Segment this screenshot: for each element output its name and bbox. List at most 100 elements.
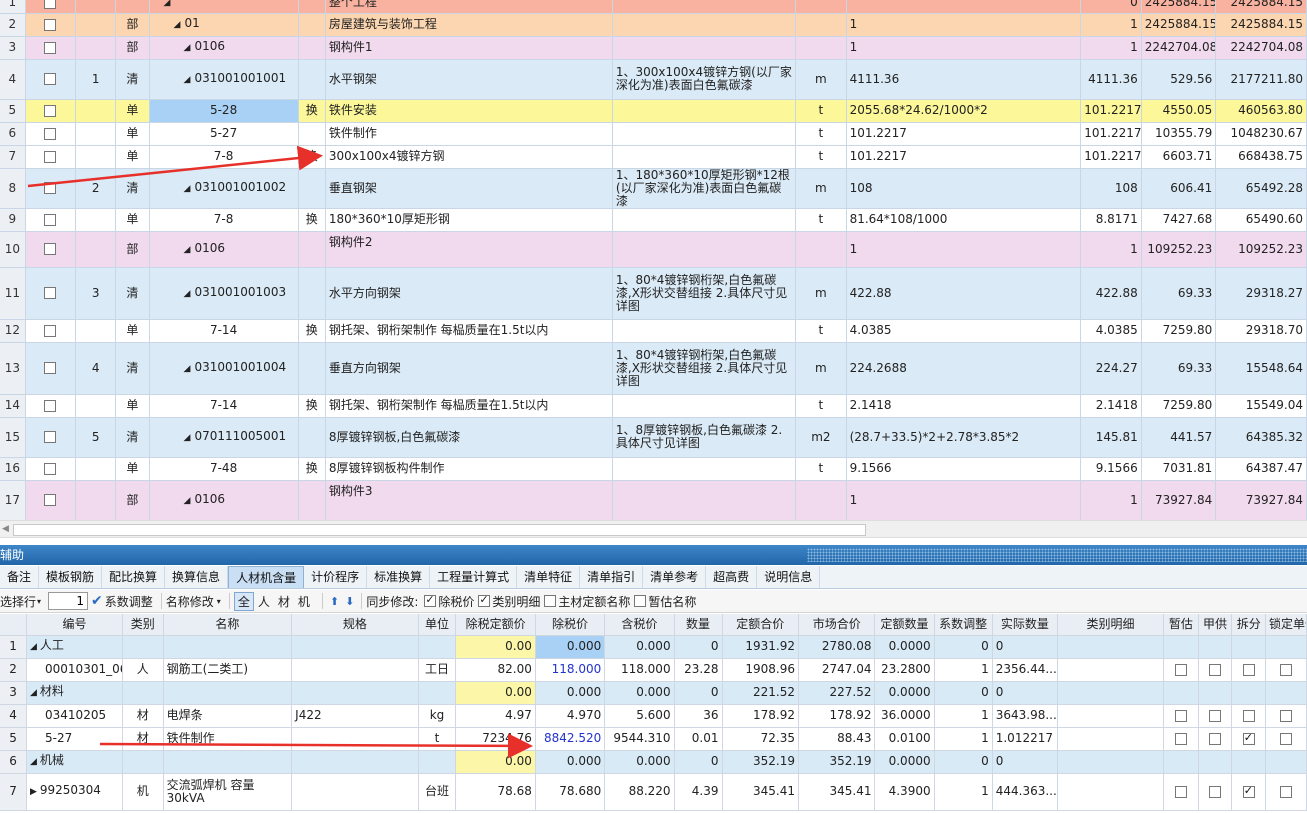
code-cell[interactable]: ◢ (149, 0, 299, 14)
unit-cell[interactable] (795, 36, 847, 60)
name-cell[interactable]: 钢托架、钢桁架制作 每榀质量在1.5t以内 (325, 394, 613, 418)
code-cell[interactable]: ◢ 人工 (26, 635, 123, 659)
swap-flag[interactable]: 换 (298, 99, 326, 123)
checkbox[interactable] (25, 36, 77, 60)
estimate-cell[interactable] (1163, 727, 1199, 751)
tab-8[interactable]: 工程量计算式 (430, 566, 518, 588)
quota-total-cell[interactable]: 345.41 (722, 773, 799, 811)
row-checkbox[interactable] (1280, 663, 1293, 676)
total-cell[interactable]: 668438.75 (1215, 145, 1307, 169)
quantity-cell[interactable]: 0 (1080, 0, 1142, 14)
unit-price-cell[interactable]: 69.33 (1141, 342, 1217, 395)
column-header[interactable]: 市场合价 (798, 614, 876, 636)
seq-number[interactable] (75, 480, 117, 521)
quota-total-cell[interactable]: 221.52 (722, 681, 799, 705)
tax-excl-price-cell[interactable]: 0.000 (535, 750, 606, 774)
boq-row[interactable]: 17 部 ◢ 0106 钢构件3 1 1 73927.84 73927.84 (0, 480, 1307, 521)
quantity-cell[interactable]: 422.88 (1080, 267, 1142, 320)
boq-row[interactable]: 7 单 7-8 换 300x100x4镀锌方钢 t 101.2217 101.2217 6603… (0, 145, 1307, 169)
row-checkbox[interactable] (1209, 785, 1222, 798)
spec-cell[interactable] (291, 773, 419, 811)
quantity-cell[interactable]: 1 (1080, 480, 1142, 521)
feature-cell[interactable] (612, 36, 797, 60)
name-cell[interactable]: 300x100x4镀锌方钢 (325, 145, 613, 169)
total-cell[interactable]: 64387.47 (1215, 457, 1307, 481)
tax-excl-price-cell[interactable]: 8842.520 (535, 727, 606, 751)
unit-cell[interactable]: m (795, 59, 847, 100)
boq-row[interactable]: 5 单 5-28 换铁件安装 t 2055.68*24.62/1000*2 101.2217… (0, 99, 1307, 123)
unit-cell[interactable]: t (795, 99, 847, 123)
boq-row[interactable]: 6 单 5-27 铁件制作 t 101.2217 101.2217 10355.79 10482… (0, 122, 1307, 146)
checkbox[interactable] (25, 267, 77, 320)
actual-quantity-cell[interactable]: 444.363... (992, 773, 1059, 811)
quantity-cell[interactable]: 101.2217 (1080, 122, 1142, 146)
spec-cell[interactable] (291, 658, 419, 682)
split-cell[interactable] (1231, 727, 1267, 751)
collapse-triangle-icon[interactable]: ◢ (184, 495, 191, 508)
feature-cell[interactable]: 1、80*4镀锌钢桁架,白色氟碳漆,X形状交替组接 2.具体尺寸见详图 (612, 267, 797, 320)
swap-flag[interactable] (298, 480, 326, 521)
quantity-cell[interactable]: 36 (674, 704, 723, 728)
name-cell[interactable]: 电焊条 (163, 704, 293, 728)
row-checkbox[interactable] (44, 213, 57, 226)
lock-price-cell[interactable] (1265, 635, 1307, 659)
unit-cell[interactable]: t (795, 208, 847, 232)
tab-1[interactable]: 备注 (0, 566, 40, 588)
column-header[interactable]: 类别明细 (1057, 614, 1165, 636)
scroll-left-icon[interactable]: ◀ (2, 524, 9, 534)
type-cell[interactable]: 部 (115, 36, 150, 60)
feature-cell[interactable]: 1、180*360*10厚矩形钢*12根(以厂家深化为准)表面白色氟碳漆 (612, 168, 797, 209)
feature-cell[interactable]: 1、300x100x4镀锌方钢(以厂家深化为准)表面白色氟碳漆 (612, 59, 797, 100)
filter-button-2[interactable]: 人 (254, 592, 274, 611)
row-checkbox[interactable] (1174, 732, 1187, 745)
base-price-cell[interactable]: 4.97 (455, 704, 536, 728)
unit-price-cell[interactable]: 4550.05 (1141, 99, 1217, 123)
column-header[interactable]: 实际数量 (992, 614, 1059, 636)
checkbox[interactable] (25, 319, 77, 343)
quantity-cell[interactable]: 8.8171 (1080, 208, 1142, 232)
swap-flag[interactable] (298, 342, 326, 395)
total-cell[interactable]: 2242704.08 (1215, 36, 1307, 60)
unit-cell[interactable]: t (795, 145, 847, 169)
lock-price-cell[interactable] (1265, 727, 1307, 751)
row-checkbox[interactable] (1242, 784, 1255, 798)
unit-price-cell[interactable]: 529.56 (1141, 59, 1217, 100)
code-cell[interactable]: ◢ 机械 (26, 750, 123, 774)
tab-2[interactable]: 模板钢筋 (39, 566, 103, 588)
quantity-cell[interactable]: 4.0385 (1080, 319, 1142, 343)
checkbox[interactable] (25, 168, 77, 209)
quantity-expression[interactable]: (28.7+33.5)*2+2.78*3.85*2 (846, 417, 1082, 458)
checkbox[interactable] (25, 0, 77, 14)
quantity-expression[interactable]: 1 (846, 13, 1082, 37)
row-input[interactable] (48, 592, 89, 610)
row-checkbox[interactable] (44, 41, 57, 54)
code-cell[interactable]: ◢ 031001001002 (149, 168, 299, 209)
type-cell[interactable]: 单 (115, 319, 150, 343)
column-header[interactable]: 暂估 (1163, 614, 1199, 636)
total-cell[interactable]: 15548.64 (1215, 342, 1307, 395)
feature-cell[interactable]: 1、8厚镀锌钢板,白色氟碳漆 2.具体尺寸见详图 (612, 417, 797, 458)
type-cell[interactable]: 部 (115, 231, 150, 268)
name-cell[interactable]: 垂直方向钢架 (325, 342, 613, 395)
boq-row[interactable]: 9 单 7-8 换 180*360*10厚矩形钢 t 81.64*108/1000 8.817… (0, 208, 1307, 232)
market-total-cell[interactable]: 88.43 (798, 727, 876, 751)
type-cell[interactable]: 部 (115, 480, 150, 521)
seq-number[interactable] (75, 122, 117, 146)
sync-option[interactable]: 主材定额名称 (542, 593, 630, 610)
feature-cell[interactable]: 1、80*4镀锌钢桁架,白色氟碳漆,X形状交替组接 2.具体尺寸见详图 (612, 342, 797, 395)
unit-price-cell[interactable]: 7427.68 (1141, 208, 1217, 232)
actual-quantity-cell[interactable]: 0 (992, 635, 1059, 659)
swap-flag[interactable] (298, 122, 326, 146)
estimate-cell[interactable] (1163, 658, 1199, 682)
collapse-triangle-icon[interactable]: ◢ (184, 244, 191, 257)
unit-price-cell[interactable]: 6603.71 (1141, 145, 1217, 169)
market-total-cell[interactable]: 2747.04 (798, 658, 876, 682)
collapse-triangle-icon[interactable]: ◢ (30, 688, 40, 698)
quantity-cell[interactable]: 1 (1080, 36, 1142, 60)
base-price-cell[interactable]: 0.00 (455, 750, 536, 774)
total-cell[interactable]: 2425884.15 (1215, 0, 1307, 14)
sync-option[interactable]: 除税价 (422, 593, 474, 610)
tab-3[interactable]: 配比换算 (102, 566, 166, 588)
row-checkbox[interactable] (44, 104, 57, 117)
resource-row[interactable]: 3 ◢ 材料 0.00 0.000 0.000 0 221.52 227.52 0.0000 0 0 (0, 681, 1307, 705)
